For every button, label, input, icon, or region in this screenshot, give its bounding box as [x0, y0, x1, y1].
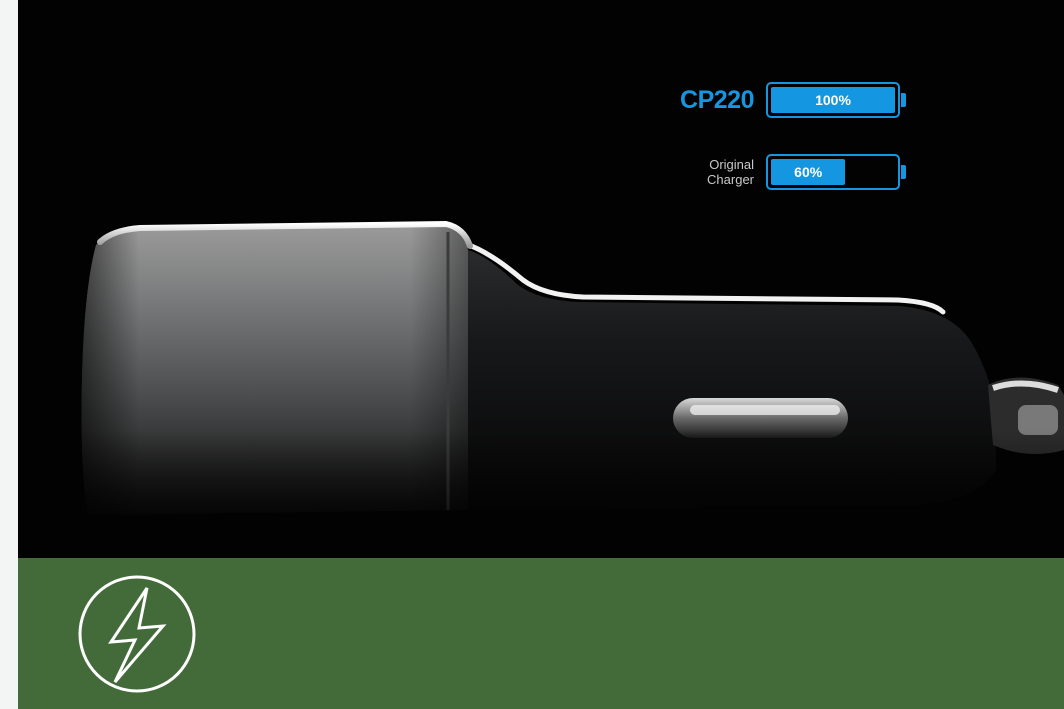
cp220-label: CP220: [680, 85, 754, 114]
battery-cap: [901, 93, 906, 107]
original-charger-label-line2: Charger: [707, 172, 754, 187]
original-charger-battery-text: 60%: [794, 164, 823, 180]
feature-banner: [18, 558, 1064, 709]
car-charger-image: [18, 220, 1064, 558]
cp220-battery: 100%: [766, 82, 906, 118]
battery-cap: [901, 165, 906, 179]
original-charger-label-line1: Original: [709, 157, 754, 172]
original-charger-battery: 60%: [766, 154, 906, 190]
cp220-battery-fill: 100%: [771, 87, 895, 113]
original-charger-comparison-row: Original Charger 60%: [668, 154, 906, 190]
original-charger-label: Original Charger: [668, 157, 766, 187]
lightning-bolt-icon: [78, 575, 196, 693]
left-margin: [0, 0, 18, 709]
cp220-battery-text: 100%: [815, 92, 851, 108]
original-charger-battery-fill: 60%: [771, 159, 846, 185]
cp220-comparison-row: CP220 100%: [668, 82, 906, 118]
product-photo: CP220 100% Original Charger 60%: [18, 0, 1064, 558]
